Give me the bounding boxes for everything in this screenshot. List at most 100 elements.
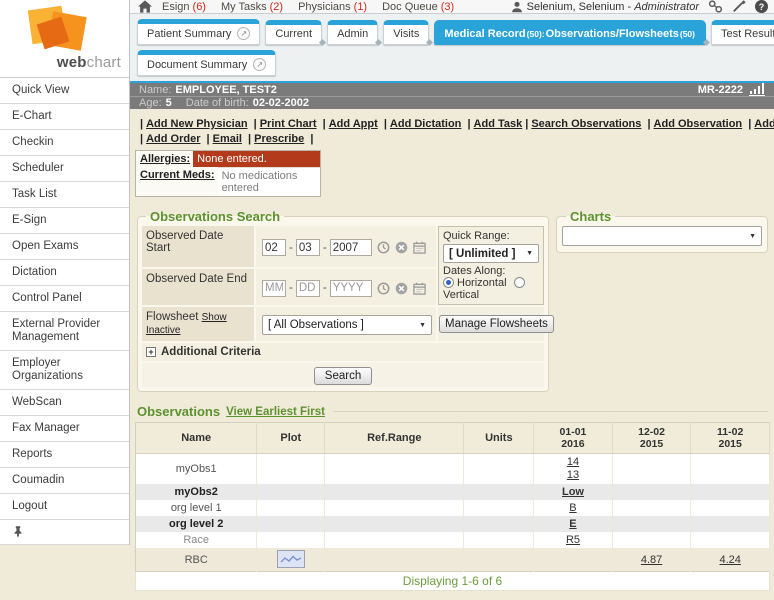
user-menu[interactable]: Selenium, Selenium - Administrator [511,1,699,13]
sidebar-item-e-chart[interactable]: E-Chart [0,104,129,130]
user-icon [511,1,523,13]
add-dictation-link[interactable]: Add Dictation [390,118,462,130]
tab-row-2: Document Summary ↗ [137,50,774,76]
time-icon[interactable] [377,241,390,254]
sidebar-item-checkin[interactable]: Checkin [0,130,129,156]
add-new-physician-link[interactable]: Add New Physician [146,118,247,130]
sidebar-item-dictation[interactable]: Dictation [0,260,129,286]
table-row: Race R5 [136,532,770,548]
patient-name-label: Name: [139,84,171,96]
obs-value-link[interactable]: 4.87 [641,554,662,566]
add-task-link[interactable]: Add Task [474,118,523,130]
sidebar-item-open-exams[interactable]: Open Exams [0,234,129,260]
table-row: RBC 4.87 4.24 [136,548,770,572]
sidebar-item-coumadin[interactable]: Coumadin [0,468,129,494]
sidebar-item-employer-organizations[interactable]: Employer Organizations [0,351,129,390]
view-earliest-first-link[interactable]: View Earliest First [226,406,325,418]
charts-select[interactable]: ▼ [562,226,762,246]
calendar-icon[interactable] [413,241,426,254]
obs-name: myObs2 [136,484,257,500]
growth-chart-icon[interactable] [749,83,765,96]
sparkline-plot-icon[interactable] [277,550,305,568]
flowsheet-select-cell: [ All Observations ] ▼ [256,307,436,341]
tab-test-results[interactable]: Test Results [711,20,774,45]
observations-header: Observations View Earliest First [137,404,768,419]
col-date-2: 12-022015 [612,423,691,454]
sidebar-item-webscan[interactable]: WebScan [0,390,129,416]
sidebar-item-logout[interactable]: Logout [0,494,129,520]
obs-value-link[interactable]: 4.24 [719,554,740,566]
add-document-link[interactable]: Add Document [754,118,774,130]
flowsheet-select[interactable]: [ All Observations ] ▼ [262,315,432,335]
sidebar-item-task-list[interactable]: Task List [0,182,129,208]
current-meds-link[interactable]: Current Meds: [140,169,215,181]
home-icon[interactable] [138,0,152,13]
menu-item-esign[interactable]: Esign(6) [162,1,206,13]
start-year-input[interactable] [330,239,372,256]
allergies-meds-box: Allergies: None entered. Current Meds: N… [135,150,321,197]
popout-icon[interactable]: ↗ [253,58,266,71]
print-chart-link[interactable]: Print Chart [260,118,317,130]
tab-admin[interactable]: Admin [327,20,378,45]
email-link[interactable]: Email [213,133,242,145]
wand-icon[interactable] [732,0,746,13]
radio-vertical[interactable] [514,277,525,288]
charts-title: Charts [566,209,615,224]
table-row: org level 1 B [136,500,770,516]
sidebar-item-external-provider-management[interactable]: External Provider Management [0,312,129,351]
obs-name: org level 2 [136,516,257,532]
search-button[interactable]: Search [314,367,372,385]
link-chain-icon[interactable] [708,0,723,13]
pushpin-icon [12,525,119,538]
obs-value-link[interactable]: B [569,502,576,514]
manage-flowsheets-button[interactable]: Manage Flowsheets [439,315,554,333]
radio-horizontal[interactable] [443,277,454,288]
action-links-left: |Add New Physician |Print Chart |Add App… [137,117,522,132]
time-icon[interactable] [377,282,390,295]
end-month-input[interactable] [262,280,286,297]
sidebar-item-scheduler[interactable]: Scheduler [0,156,129,182]
allergies-value: None entered. [193,151,320,167]
tab-current[interactable]: Current [265,20,322,45]
tab-visits[interactable]: Visits [383,20,429,45]
sidebar-item-control-panel[interactable]: Control Panel [0,286,129,312]
search-observations-link[interactable]: Search Observations [531,118,641,130]
sidebar-item-e-sign[interactable]: E-Sign [0,208,129,234]
obs-name: Race [136,532,257,548]
popout-icon[interactable]: ↗ [237,27,250,40]
tab-patient-summary[interactable]: Patient Summary ↗ [137,19,260,45]
search-button-row: Search [142,363,544,387]
calendar-icon[interactable] [413,282,426,295]
help-icon[interactable]: ? [755,0,768,13]
tab-medical-record-flowsheets[interactable]: Medical Record(50):Observations/Flowshee… [434,20,706,45]
sidebar-pin-button[interactable] [0,520,129,545]
end-day-input[interactable] [296,280,320,297]
expand-icon[interactable]: + [146,347,156,357]
obs-value-link[interactable]: E [569,518,576,530]
sidebar-item-quick-view[interactable]: Quick View [0,78,129,104]
menu-item-physicians[interactable]: Physicians(1) [298,1,367,13]
sidebar-item-fax-manager[interactable]: Fax Manager [0,416,129,442]
start-day-input[interactable] [296,239,320,256]
esign-count: (6) [193,1,206,13]
add-appt-link[interactable]: Add Appt [329,118,378,130]
add-observation-link[interactable]: Add Observation [654,118,743,130]
sidebar-item-reports[interactable]: Reports [0,442,129,468]
quick-range-select[interactable]: [ Unlimited ] ▼ [443,244,539,263]
tab-document-summary[interactable]: Document Summary ↗ [137,50,276,76]
clear-date-icon[interactable] [395,241,408,254]
obs-value-link[interactable]: 14 [536,456,610,469]
obs-value-link[interactable]: 13 [536,469,610,482]
start-month-input[interactable] [262,239,286,256]
menu-item-my-tasks[interactable]: My Tasks(2) [221,1,283,13]
obs-value-link[interactable]: R5 [566,534,580,546]
add-order-link[interactable]: Add Order [146,133,200,145]
prescribe-link[interactable]: Prescribe [254,133,304,145]
clear-date-icon[interactable] [395,282,408,295]
my-tasks-count: (2) [270,1,283,13]
end-year-input[interactable] [330,280,372,297]
menu-item-doc-queue[interactable]: Doc Queue(3) [382,1,454,13]
allergies-link[interactable]: Allergies: [140,153,190,165]
obs-value-link[interactable]: Low [562,486,584,498]
current-meds-row: Current Meds: No medications entered [136,167,320,196]
